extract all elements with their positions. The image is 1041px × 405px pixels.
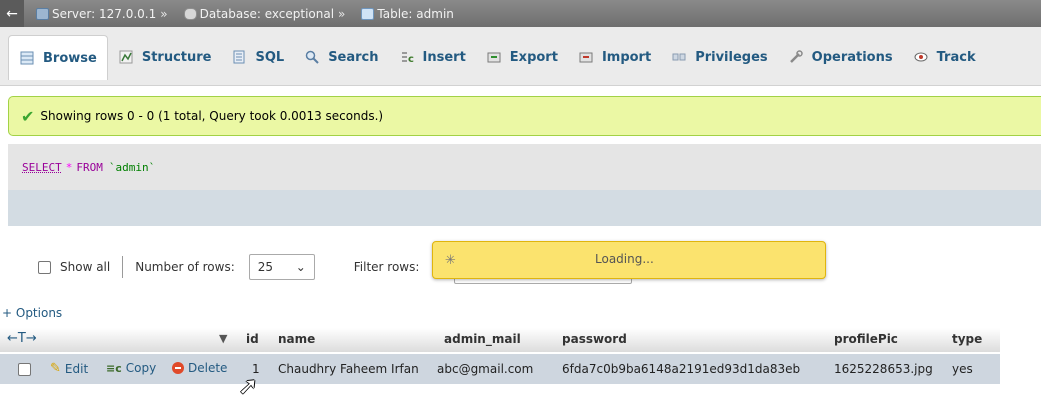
breadcrumb-separator: » <box>160 6 168 21</box>
tab-insert-label: Insert <box>422 49 466 65</box>
sort-dropdown-icon[interactable]: ▼ <box>219 332 227 345</box>
column-arrows-icon[interactable]: ←T→ <box>7 331 37 346</box>
success-message: ✔ Showing rows 0 - 0 (1 total, Query too… <box>8 96 1041 136</box>
breadcrumb-server[interactable]: Server: 127.0.0.1 <box>36 7 156 21</box>
column-header-id[interactable]: id <box>246 332 259 346</box>
tab-browse-label: Browse <box>43 50 97 66</box>
copy-button[interactable]: ≡c Copy <box>106 361 156 375</box>
cell-profilepic[interactable]: 1625228653.jpg <box>834 362 933 376</box>
privileges-icon <box>671 49 687 65</box>
cell-type[interactable]: yes <box>952 362 973 376</box>
show-all-label: Show all <box>60 260 111 274</box>
column-header-name[interactable]: name <box>278 332 315 346</box>
navigation-row: Show all Number of rows: 25 ⌄ Filter row… <box>0 248 419 286</box>
edit-button[interactable]: ✎ Edit <box>50 361 88 376</box>
sql-keyword-from: FROM <box>76 160 103 174</box>
copy-icon: ≡c <box>106 361 122 375</box>
back-arrow-icon[interactable]: ← <box>0 0 24 27</box>
tab-import[interactable]: Import <box>568 35 661 79</box>
table-header: ←T→ ▼ id name admin_mail password profil… <box>0 328 1000 352</box>
copy-label: Copy <box>125 361 157 375</box>
loading-notification: ✳ Loading... <box>432 241 826 279</box>
cell-admin-mail[interactable]: abc@gmail.com <box>437 362 533 376</box>
svg-text:c: c <box>408 54 414 64</box>
tab-search-label: Search <box>328 49 379 65</box>
filter-rows-label: Filter rows: <box>353 260 420 274</box>
show-all-checkbox[interactable] <box>38 260 51 274</box>
tab-browse[interactable]: Browse <box>8 35 108 80</box>
breadcrumb-table-label[interactable]: Table: admin <box>377 7 454 21</box>
success-message-text: Showing rows 0 - 0 (1 total, Query took … <box>40 109 384 123</box>
tab-tracking-label: Track <box>936 49 976 65</box>
chevron-down-icon: ⌄ <box>295 260 306 274</box>
show-all-toggle[interactable]: Show all <box>38 260 110 274</box>
tab-structure[interactable]: Structure <box>108 35 222 79</box>
column-header-profilepic[interactable]: profilePic <box>834 332 898 346</box>
tab-export-label: Export <box>509 49 558 65</box>
browse-icon <box>19 50 35 66</box>
search-icon <box>304 49 320 65</box>
sql-query-toolbar <box>8 190 1041 226</box>
tab-import-label: Import <box>601 49 652 65</box>
tab-bar: Browse Structure SQL Search c Insert Exp… <box>0 27 1041 86</box>
tab-export[interactable]: Export <box>476 35 568 79</box>
sql-star: * <box>65 160 73 174</box>
tab-search[interactable]: Search <box>294 35 388 79</box>
export-icon <box>486 49 502 65</box>
sql-keyword-select[interactable]: SELECT <box>22 161 62 174</box>
sql-table-name: `admin` <box>108 160 156 174</box>
structure-icon <box>118 49 134 65</box>
tab-operations[interactable]: Operations <box>778 35 903 79</box>
tab-privileges[interactable]: Privileges <box>661 35 777 79</box>
breadcrumb-table[interactable]: Table: admin <box>361 7 454 21</box>
divider <box>122 256 124 278</box>
loading-text: Loading... <box>595 252 654 266</box>
operations-icon <box>788 49 804 65</box>
tab-operations-label: Operations <box>811 49 893 65</box>
breadcrumb-separator: » <box>338 6 346 21</box>
tab-tracking[interactable]: Track <box>903 35 986 79</box>
mouse-cursor-icon: ➚ <box>238 372 259 400</box>
row-checkbox[interactable] <box>18 363 31 376</box>
table-row: ✎ Edit ≡c Copy Delete 1 Chaudhry Faheem … <box>0 354 1000 384</box>
rows-select-value: 25 <box>257 260 274 274</box>
table-icon <box>361 7 375 20</box>
tab-sql[interactable]: SQL <box>221 35 294 79</box>
database-icon <box>183 7 197 20</box>
column-header-password[interactable]: password <box>562 332 627 346</box>
breadcrumb: ← Server: 127.0.0.1 » Database: exceptio… <box>0 0 1041 27</box>
delete-button[interactable]: Delete <box>172 361 227 375</box>
cell-password[interactable]: 6fda7c0b9ba6148a2191ed93d1da83eb <box>562 362 800 376</box>
edit-label: Edit <box>64 361 89 376</box>
tab-sql-label: SQL <box>255 49 285 65</box>
sql-icon <box>231 49 247 65</box>
spinner-icon: ✳ <box>445 252 456 268</box>
options-link[interactable]: + Options <box>2 306 62 320</box>
import-icon <box>578 49 594 65</box>
breadcrumb-server-label[interactable]: Server: 127.0.0.1 <box>52 7 156 21</box>
cell-name[interactable]: Chaudhry Faheem Irfan <box>278 362 419 376</box>
tracking-icon <box>913 49 929 65</box>
pencil-icon: ✎ <box>50 361 61 376</box>
tab-insert[interactable]: c Insert <box>389 35 476 79</box>
tab-privileges-label: Privileges <box>695 49 768 65</box>
delete-label: Delete <box>188 361 228 375</box>
breadcrumb-database[interactable]: Database: exceptional <box>183 7 334 21</box>
rows-select[interactable]: 25 ⌄ <box>248 254 315 280</box>
server-icon <box>36 7 49 20</box>
sql-query-box: SELECT * FROM `admin` <box>8 144 1041 190</box>
delete-icon <box>172 362 184 374</box>
column-header-admin-mail[interactable]: admin_mail <box>444 332 521 346</box>
rows-label: Number of rows: <box>135 260 235 274</box>
insert-icon: c <box>399 49 415 65</box>
column-header-type[interactable]: type <box>952 332 982 346</box>
tab-structure-label: Structure <box>141 49 212 65</box>
breadcrumb-database-label[interactable]: Database: exceptional <box>200 7 334 21</box>
checkmark-icon: ✔ <box>21 106 35 126</box>
